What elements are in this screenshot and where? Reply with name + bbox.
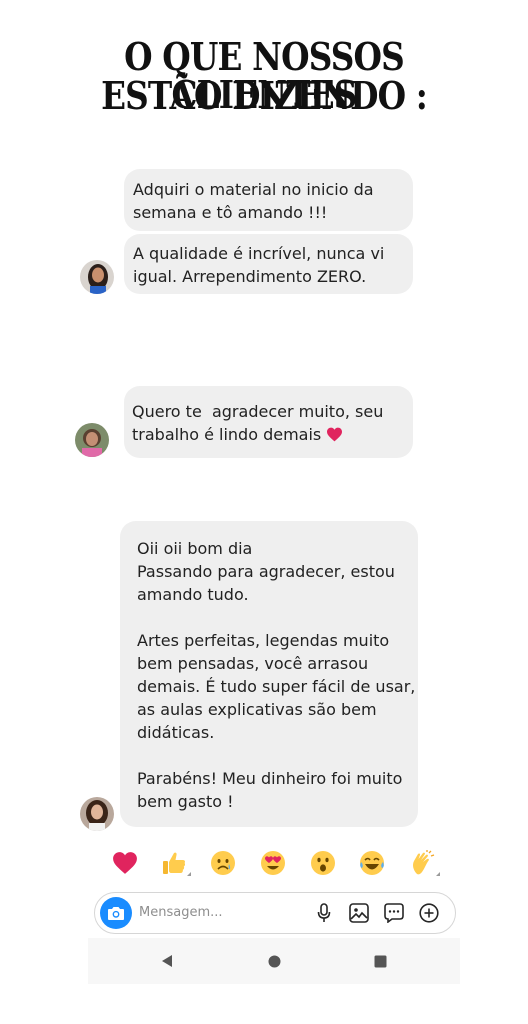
- gallery-icon[interactable]: [348, 902, 370, 924]
- sticker-chat-icon[interactable]: [383, 902, 405, 924]
- back-icon[interactable]: [158, 952, 176, 970]
- camera-icon[interactable]: [100, 897, 132, 929]
- message-input[interactable]: Mensagem...: [139, 905, 223, 920]
- heart-icon[interactable]: [108, 846, 142, 880]
- plus-circle-icon[interactable]: [418, 902, 440, 924]
- page-title-line-2: ESTÃO DIZENDO :: [101, 73, 428, 118]
- home-icon[interactable]: [265, 952, 283, 970]
- heart-eyes-icon[interactable]: [256, 846, 290, 880]
- message-composer: Mensagem...: [94, 892, 456, 934]
- reaction-bar: [98, 846, 444, 880]
- message-bubble: Oii oii bom dia Passando para agradecer,…: [120, 521, 418, 827]
- clapping-hands-icon[interactable]: [405, 846, 439, 880]
- crying-face-icon[interactable]: [206, 846, 240, 880]
- microphone-icon[interactable]: [313, 902, 335, 924]
- avatar[interactable]: [80, 797, 114, 831]
- laughing-tears-icon[interactable]: [355, 846, 389, 880]
- corner-indicator: [187, 872, 191, 876]
- avatar[interactable]: [75, 423, 109, 457]
- red-heart-icon: [326, 425, 343, 444]
- message-bubble: Quero te agradecer muito, seu trabalho é…: [124, 386, 413, 458]
- surprised-face-icon[interactable]: [306, 846, 340, 880]
- recents-icon[interactable]: [371, 952, 389, 970]
- message-bubble: Adquiri o material no inicio da semana e…: [124, 169, 413, 231]
- system-nav-bar: [88, 938, 460, 984]
- message-bubble: A qualidade é incrível, nunca vi igual. …: [124, 234, 413, 294]
- avatar[interactable]: [80, 260, 114, 294]
- corner-indicator: [436, 872, 440, 876]
- thumbs-up-icon[interactable]: [157, 846, 191, 880]
